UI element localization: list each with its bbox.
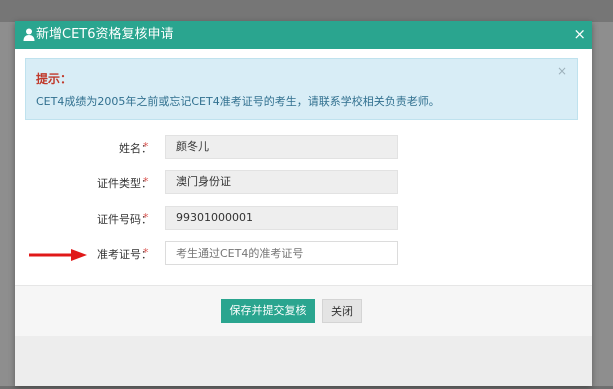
form-row-id-number: 证件号码： * 99301000001 xyxy=(15,206,592,232)
alert-close-button[interactable]: × xyxy=(557,64,567,78)
alert-title: 提示： xyxy=(36,72,73,86)
modal-title: 新增CET6资格复核申请 xyxy=(36,27,174,42)
user-icon xyxy=(23,28,35,41)
red-arrow-icon xyxy=(29,249,87,261)
modal-bottom-area xyxy=(15,336,592,386)
required-mark: * xyxy=(143,211,149,224)
form-row-exam-number: 准考证号： * xyxy=(15,241,592,267)
id-type-field: 澳门身份证 xyxy=(165,170,398,194)
name-field: 颜冬儿 xyxy=(165,135,398,159)
page-backdrop xyxy=(0,0,613,22)
cet6-review-modal: 新增CET6资格复核申请 × 提示： CET4成绩为2005年之前或忘记CET4… xyxy=(15,21,592,386)
save-submit-button[interactable]: 保存并提交复核 xyxy=(221,299,315,323)
required-mark: * xyxy=(143,140,149,153)
exam-number-input[interactable] xyxy=(165,241,398,265)
required-mark: * xyxy=(143,175,149,188)
modal-header: 新增CET6资格复核申请 × xyxy=(15,21,592,49)
form-row-id-type: 证件类型： * 澳门身份证 xyxy=(15,170,592,196)
close-button[interactable]: 关闭 xyxy=(322,299,362,323)
id-number-field: 99301000001 xyxy=(165,206,398,230)
notice-alert: 提示： CET4成绩为2005年之前或忘记CET4准考证号的考生，请联系学校相关… xyxy=(25,58,578,120)
form-row-name: 姓名： * 颜冬儿 xyxy=(15,135,592,161)
required-mark: * xyxy=(143,246,149,259)
modal-close-button[interactable]: × xyxy=(573,25,586,43)
alert-text: CET4成绩为2005年之前或忘记CET4准考证号的考生，请联系学校相关负责老师… xyxy=(36,95,440,108)
modal-footer: 保存并提交复核 关闭 xyxy=(15,286,592,336)
